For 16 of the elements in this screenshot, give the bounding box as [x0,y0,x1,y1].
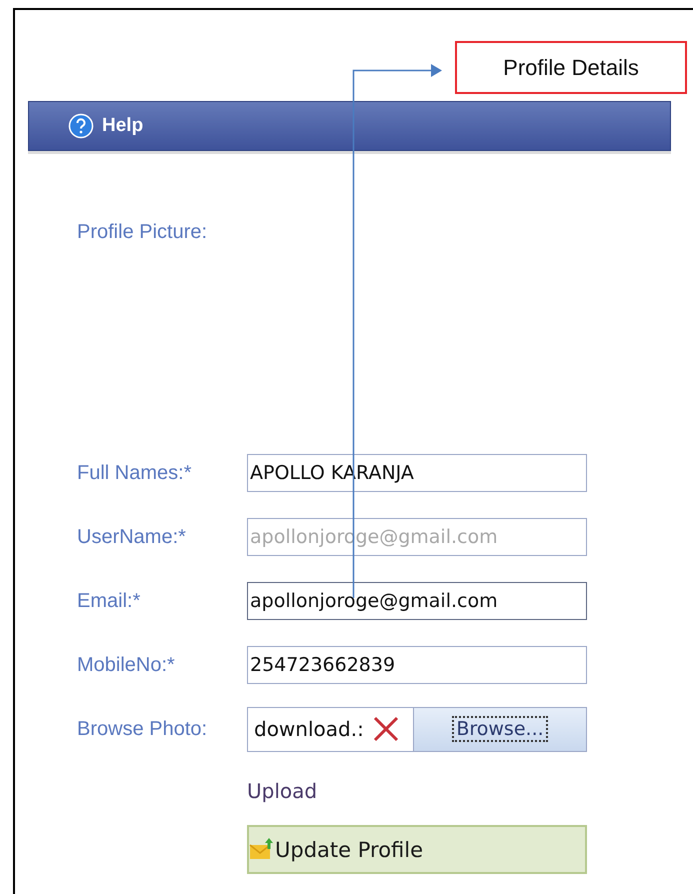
field-label: Full Names:* [77,462,192,484]
field-label: UserName:* [77,526,187,548]
close-icon[interactable] [372,715,400,743]
field-label: Browse Photo: [77,718,208,740]
text-field[interactable]: 254723662839 [247,646,587,684]
update-profile-button[interactable]: Update Profile [247,825,587,874]
browse-button[interactable]: Browse... [413,708,586,750]
upload-label: Upload [247,779,318,803]
field-label: Profile Picture: [77,221,208,245]
text-field[interactable]: apollonjoroge@gmail.com [247,582,587,620]
field-label: MobileNo:* [77,654,176,676]
field-label: Email:* [77,590,142,612]
help-link[interactable]: Help [102,115,144,137]
file-picker[interactable]: download.: Browse... [247,706,587,752]
callout-label: Profile Details [455,41,687,94]
help-icon[interactable] [68,113,94,139]
